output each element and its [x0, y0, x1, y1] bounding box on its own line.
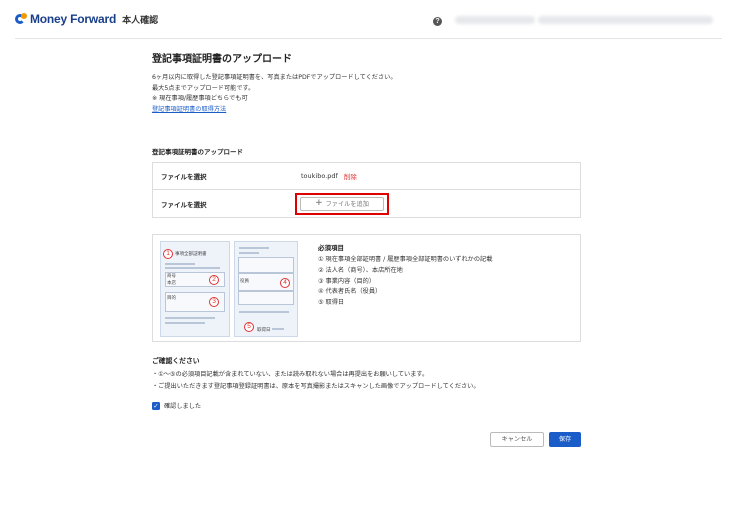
description-line-1: 6ヶ月以内に取得した登記事項証明書を、写真またはPDFでアップロードしてください…	[152, 74, 397, 81]
marker-5: 5	[244, 322, 254, 332]
required-items: 必須項目 ① 現在事項全部証明書 / 履歴事項全部証明書のいずれかの記載 ② 法…	[318, 242, 492, 309]
confirm-notes: ・①〜⑤の必須項目記載が含まれていない、または読み取れない場合は再提出をお願いし…	[152, 369, 480, 393]
certificate-illustration: 1 事項全部証明書 商号 本店 2 目的 3 役員 4 5 取得日	[160, 241, 298, 337]
description-line-3: ※ 現在事項/履歴事項どちらでも可	[152, 95, 248, 102]
row-label: ファイルを選択	[161, 173, 207, 181]
confirm-title: ご確認ください	[152, 357, 200, 365]
page-intro: 登記事項証明書のアップロード 6ヶ月以内に取得した登記事項証明書を、写真またはP…	[152, 50, 582, 115]
confirm-note-1: ・①〜⑤の必須項目記載が含まれていない、または読み取れない場合は再提出をお願いし…	[152, 371, 429, 378]
app-header: Money Forward 本人確認 ?	[0, 0, 741, 38]
marker-2: 2	[209, 275, 219, 285]
row-label: ファイルを選択	[161, 200, 207, 209]
description-line-2: 最大5点までアップロード可能です。	[152, 84, 255, 92]
required-item-2: ② 法人名（商号）、本店所在地	[318, 266, 403, 274]
confirm-checkbox-row[interactable]: ✓ 確認しました	[152, 401, 201, 410]
money-forward-logo[interactable]: Money Forward 本人確認	[15, 12, 158, 26]
upload-row-uploaded: ファイルを選択 toukibo.pdf 削除	[153, 163, 580, 190]
marker-1: 1	[163, 249, 173, 259]
required-item-4: ④ 代表者氏名（役員）	[318, 288, 382, 296]
add-file-label: ファイルを追加	[325, 201, 369, 208]
account-name-redacted[interactable]	[455, 16, 535, 24]
header-divider	[15, 38, 722, 39]
add-file-button[interactable]: + ファイルを追加	[300, 196, 384, 211]
marker-3: 3	[209, 297, 219, 307]
upload-row-add: ファイルを選択 + ファイルを追加	[153, 190, 580, 217]
required-item-5: ⑤ 取得日	[318, 299, 345, 307]
delete-file-link[interactable]: 削除	[344, 171, 357, 181]
confirm-note-2: ・ご提出いただきます登記事項登録証明書は、原本を写真撮影またはスキャンした画像で…	[152, 383, 480, 390]
required-item-1: ① 現在事項全部証明書 / 履歴事項全部証明書のいずれかの記載	[318, 256, 493, 263]
save-button[interactable]: 保存	[549, 432, 581, 447]
required-items-title: 必須項目	[318, 244, 344, 252]
upload-table: ファイルを選択 toukibo.pdf 削除 ファイルを選択 + ファイルを追加	[152, 162, 581, 218]
question-circle-icon[interactable]: ?	[433, 17, 442, 26]
doc-title-label: 事項全部証明書	[175, 252, 207, 257]
confirm-checkbox[interactable]: ✓	[152, 401, 160, 410]
requirements-box: 1 事項全部証明書 商号 本店 2 目的 3 役員 4 5 取得日 必須項目 ①…	[152, 234, 581, 342]
confirm-checkbox-label[interactable]: 確認しました	[164, 401, 201, 410]
field-label-issue-date: 取得日	[257, 328, 271, 333]
field-label-purpose: 目的	[167, 296, 176, 301]
page-title: 登記事項証明書のアップロード	[152, 54, 292, 65]
field-label-officers: 役員	[240, 279, 249, 284]
brand-name: Money Forward	[30, 12, 117, 26]
required-item-3: ③ 事業内容（目的）	[318, 277, 376, 285]
cancel-button[interactable]: キャンセル	[490, 432, 544, 447]
upload-section-title: 登記事項証明書のアップロード	[152, 148, 243, 156]
uploaded-file-name: toukibo.pdf	[301, 172, 338, 180]
marker-4: 4	[280, 278, 290, 288]
brand-mark-icon	[15, 13, 27, 25]
plus-icon: +	[315, 198, 323, 208]
account-email-redacted[interactable]	[538, 16, 713, 24]
how-to-obtain-link[interactable]: 登記事項証明書の取得方法	[152, 105, 226, 116]
field-label-head-office: 本店	[167, 281, 176, 286]
field-label-trade-name: 商号	[167, 274, 176, 279]
highlight-box: + ファイルを追加	[295, 192, 389, 215]
app-name: 本人確認	[122, 15, 159, 26]
